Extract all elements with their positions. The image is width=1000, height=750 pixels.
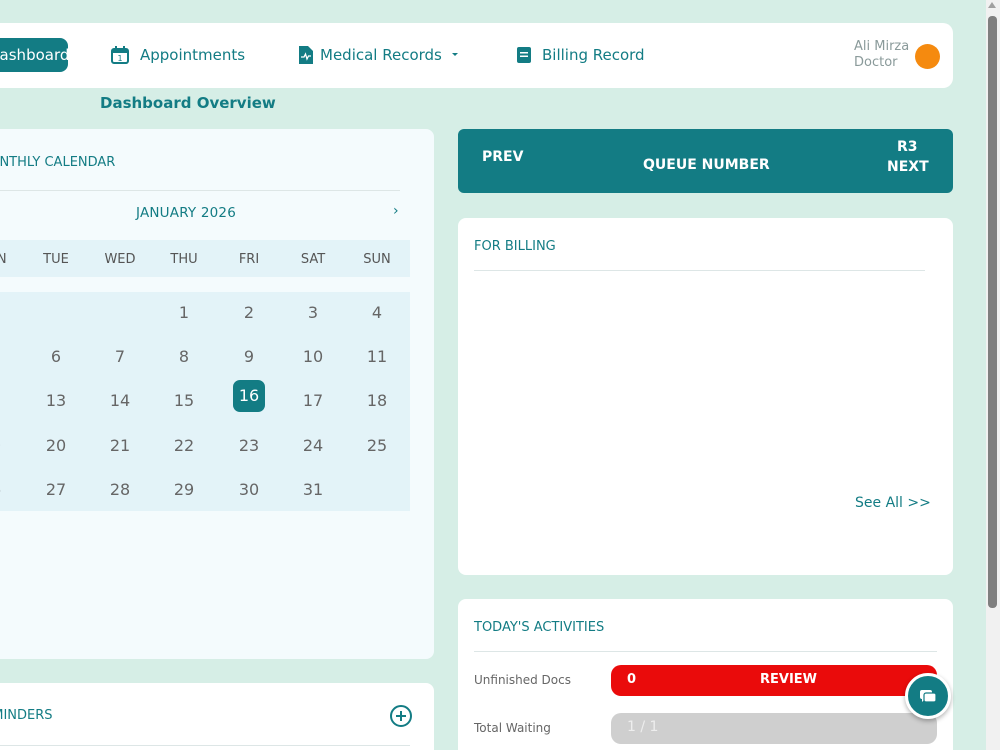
billing-heading: FOR BILLING — [474, 239, 556, 254]
calendar-day[interactable]: 1 — [168, 297, 200, 329]
calendar-day[interactable]: 22 — [168, 430, 200, 462]
weekday-label: WED — [104, 252, 136, 267]
calendar-day[interactable]: 13 — [40, 385, 72, 417]
queue-current-number: R3 — [897, 139, 918, 155]
calendar-day[interactable]: 21 — [104, 430, 136, 462]
weekday-label: SAT — [300, 252, 326, 267]
calendar-day[interactable]: 25 — [361, 430, 393, 462]
queue-prev-button[interactable]: PREV — [482, 149, 523, 165]
see-all-link[interactable]: See All >> — [855, 495, 931, 511]
calendar-day[interactable]: 12 — [0, 385, 7, 417]
total-waiting-value: 1 / 1 — [627, 719, 659, 735]
nav-medical-records-label: Medical Records — [320, 46, 442, 64]
calendar-day[interactable]: 14 — [104, 385, 136, 417]
scroll-up-arrow-icon[interactable] — [988, 2, 996, 8]
calendar-month: JANUARY 2026 — [136, 205, 237, 221]
weekday-label: FRI — [238, 252, 260, 267]
calendar-day[interactable]: 18 — [361, 385, 393, 417]
weekday-label: THU — [170, 252, 198, 267]
next-month-button[interactable]: › — [393, 203, 399, 219]
calendar-day[interactable]: 8 — [168, 341, 200, 373]
calendar-icon: 1 — [111, 46, 129, 64]
calendar-day[interactable]: 15 — [168, 385, 200, 417]
calendar-day[interactable]: 28 — [104, 474, 136, 506]
calendar-day[interactable]: 19 — [0, 430, 7, 462]
review-label: REVIEW — [760, 672, 818, 687]
calendar-heading: MONTHLY CALENDAR — [0, 155, 116, 170]
calendar-day[interactable]: 26 — [0, 474, 7, 506]
nav-dashboard-button[interactable]: Dashboard — [0, 38, 68, 72]
chat-icon — [920, 690, 937, 703]
divider — [474, 270, 925, 271]
calendar-day[interactable]: 2 — [233, 297, 265, 329]
add-reminder-button[interactable] — [390, 705, 412, 727]
divider — [0, 745, 410, 746]
calendar-day[interactable]: 17 — [297, 385, 329, 417]
page-title: Dashboard Overview — [100, 94, 276, 112]
nav-billing-record[interactable]: Billing Record — [516, 43, 645, 67]
calendar-day-today[interactable]: 16 — [233, 380, 265, 412]
nav-appointments[interactable]: 1 Appointments — [110, 43, 245, 67]
calendar-day[interactable]: 10 — [297, 341, 329, 373]
monthly-calendar-panel: MONTHLY CALENDAR JANUARY 2026 › MON TUE WE… — [0, 129, 434, 659]
calendar-day[interactable]: 3 — [297, 297, 329, 329]
total-waiting-label: Total Waiting — [474, 721, 551, 735]
calendar-day[interactable]: 27 — [40, 474, 72, 506]
user-name: Ali Mirza — [854, 39, 910, 54]
top-navbar: Dashboard 1 Appointments Medical Records… — [0, 23, 953, 88]
calendar-day[interactable]: 6 — [40, 341, 72, 373]
todays-activities-panel: TODAY'S ACTIVITIES Unfinished Docs 0 REV… — [458, 599, 953, 750]
reminders-panel: REMINDERS — [0, 683, 434, 750]
calendar-day[interactable]: 29 — [168, 474, 200, 506]
weekday-label: MON — [0, 252, 7, 267]
calendar-day[interactable]: 30 — [233, 474, 265, 506]
avatar[interactable] — [915, 44, 940, 69]
for-billing-panel: FOR BILLING See All >> — [458, 218, 953, 575]
queue-next-button[interactable]: NEXT — [887, 159, 929, 175]
calendar-day[interactable]: 5 — [0, 341, 7, 373]
weekday-label: TUE — [43, 252, 69, 267]
user-role: Doctor — [854, 55, 898, 70]
calendar-day[interactable]: 7 — [104, 341, 136, 373]
review-button[interactable]: 0 REVIEW — [611, 665, 937, 696]
unfinished-docs-label: Unfinished Docs — [474, 673, 571, 687]
calendar-day[interactable]: 24 — [297, 430, 329, 462]
calendar-day[interactable]: 31 — [297, 474, 329, 506]
nav-billing-record-label: Billing Record — [542, 46, 645, 64]
medical-file-icon — [299, 46, 313, 64]
calendar-day[interactable]: 20 — [40, 430, 72, 462]
divider — [474, 651, 937, 652]
total-waiting-bar: 1 / 1 — [611, 713, 937, 744]
activities-heading: TODAY'S ACTIVITIES — [474, 620, 605, 635]
queue-title: QUEUE NUMBER — [643, 157, 770, 173]
dropdown-caret-icon — [451, 53, 458, 56]
calendar-day[interactable]: 4 — [361, 297, 393, 329]
svg-text:1: 1 — [117, 54, 122, 63]
divider — [0, 190, 400, 191]
nav-medical-records[interactable]: Medical Records — [298, 43, 470, 67]
document-icon — [517, 47, 531, 63]
chat-button[interactable] — [905, 673, 951, 719]
unfinished-docs-count: 0 — [627, 672, 637, 687]
calendar-day[interactable]: 9 — [233, 341, 265, 373]
weekday-label: SUN — [363, 252, 391, 267]
calendar-day[interactable]: 23 — [233, 430, 265, 462]
scrollbar-thumb[interactable] — [988, 16, 997, 608]
queue-panel: PREV QUEUE NUMBER R3 NEXT — [458, 129, 953, 193]
reminders-heading: REMINDERS — [0, 708, 53, 723]
calendar-day[interactable]: 11 — [361, 341, 393, 373]
nav-appointments-label: Appointments — [140, 46, 246, 64]
